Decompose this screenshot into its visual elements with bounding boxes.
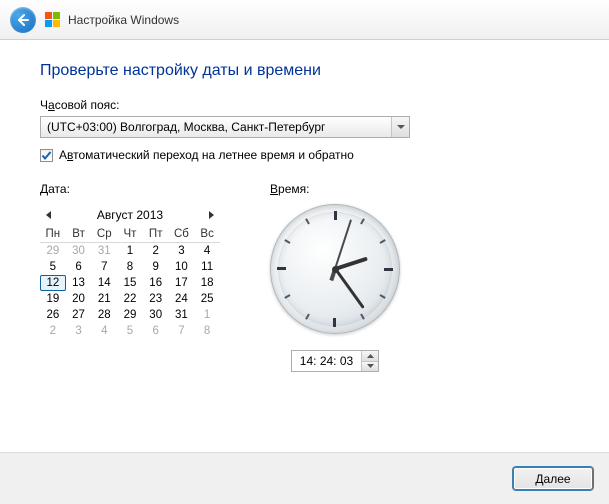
- footer-bar: Далее: [0, 452, 609, 504]
- calendar-day[interactable]: 7: [91, 259, 117, 275]
- calendar-day[interactable]: 19: [40, 291, 66, 307]
- page-heading: Проверьте настройку даты и времени: [40, 62, 569, 80]
- calendar-day-other[interactable]: 31: [91, 243, 117, 259]
- calendar-day[interactable]: 20: [66, 291, 92, 307]
- calendar-day[interactable]: 2: [143, 243, 169, 259]
- calendar-dow: Вс: [194, 226, 220, 243]
- analog-clock: [270, 204, 400, 334]
- date-column: Дата: Август 2013 ПнВтСрЧтПтСбВс29303112…: [40, 182, 220, 372]
- calendar-day[interactable]: 16: [143, 275, 169, 291]
- timezone-dropdown-button[interactable]: [391, 117, 409, 137]
- calendar-dow: Ср: [91, 226, 117, 243]
- header-title: Настройка Windows: [68, 13, 179, 27]
- dst-checkbox[interactable]: [40, 149, 53, 162]
- calendar-day-other[interactable]: 4: [91, 323, 117, 339]
- time-text[interactable]: 14: 24: 03: [292, 351, 361, 371]
- calendar-day[interactable]: 10: [169, 259, 195, 275]
- calendar-day[interactable]: 11: [194, 259, 220, 275]
- chevron-down-icon: [397, 125, 405, 130]
- calendar-dow: Чт: [117, 226, 143, 243]
- calendar-day[interactable]: 17: [169, 275, 195, 291]
- time-spin-up[interactable]: [362, 351, 378, 362]
- calendar-day[interactable]: 6: [66, 259, 92, 275]
- calendar-day[interactable]: 18: [194, 275, 220, 291]
- calendar-dow: Пн: [40, 226, 66, 243]
- time-column: Время: 14: 24: 03: [270, 182, 400, 372]
- calendar-day[interactable]: 3: [169, 243, 195, 259]
- date-label: Дата:: [40, 182, 220, 196]
- time-spinner[interactable]: 14: 24: 03: [291, 350, 379, 372]
- calendar-prev-button[interactable]: [44, 210, 54, 220]
- calendar-day[interactable]: 27: [66, 307, 92, 323]
- calendar-dow: Пт: [143, 226, 169, 243]
- calendar-day[interactable]: 23: [143, 291, 169, 307]
- timezone-combobox[interactable]: (UTC+03:00) Волгоград, Москва, Санкт-Пет…: [40, 116, 410, 138]
- calendar-day[interactable]: 30: [143, 307, 169, 323]
- back-button[interactable]: [10, 7, 36, 33]
- triangle-left-icon: [46, 211, 52, 219]
- calendar-grid: ПнВтСрЧтПтСбВс29303112345678910111213141…: [40, 226, 220, 339]
- calendar-day[interactable]: 26: [40, 307, 66, 323]
- dst-label: Автоматический переход на летнее время и…: [59, 148, 354, 162]
- calendar-day[interactable]: 4: [194, 243, 220, 259]
- triangle-down-icon: [367, 364, 374, 368]
- triangle-right-icon: [208, 211, 214, 219]
- calendar-day[interactable]: 8: [117, 259, 143, 275]
- calendar-dow: Вт: [66, 226, 92, 243]
- calendar-day-other[interactable]: 5: [117, 323, 143, 339]
- calendar-day[interactable]: 21: [91, 291, 117, 307]
- calendar-day[interactable]: 25: [194, 291, 220, 307]
- time-spin-down[interactable]: [362, 362, 378, 372]
- calendar-day[interactable]: 31: [169, 307, 195, 323]
- calendar-day[interactable]: 13: [66, 275, 92, 291]
- next-button[interactable]: Далее: [513, 467, 593, 490]
- calendar-day[interactable]: 28: [91, 307, 117, 323]
- content-area: Проверьте настройку даты и времени Часов…: [0, 40, 609, 452]
- calendar-dow: Сб: [169, 226, 195, 243]
- check-icon: [41, 150, 52, 161]
- triangle-up-icon: [367, 354, 374, 358]
- calendar-day[interactable]: 12: [40, 275, 66, 291]
- dst-row: Автоматический переход на летнее время и…: [40, 148, 569, 162]
- calendar-day-other[interactable]: 6: [143, 323, 169, 339]
- calendar-day-other[interactable]: 30: [66, 243, 92, 259]
- calendar-day[interactable]: 15: [117, 275, 143, 291]
- calendar-day-other[interactable]: 3: [66, 323, 92, 339]
- time-label: Время:: [270, 182, 400, 196]
- calendar-day-other[interactable]: 8: [194, 323, 220, 339]
- arrow-left-icon: [16, 13, 30, 27]
- windows-logo-icon: [44, 12, 60, 28]
- calendar-day-other[interactable]: 1: [194, 307, 220, 323]
- calendar[interactable]: Август 2013 ПнВтСрЧтПтСбВс29303112345678…: [40, 204, 220, 339]
- calendar-day[interactable]: 29: [117, 307, 143, 323]
- calendar-day[interactable]: 24: [169, 291, 195, 307]
- calendar-day-other[interactable]: 7: [169, 323, 195, 339]
- calendar-day[interactable]: 5: [40, 259, 66, 275]
- calendar-title[interactable]: Август 2013: [97, 208, 163, 222]
- calendar-day[interactable]: 22: [117, 291, 143, 307]
- header-bar: Настройка Windows: [0, 0, 609, 40]
- timezone-label: Часовой пояс:: [40, 98, 569, 112]
- calendar-day-other[interactable]: 29: [40, 243, 66, 259]
- calendar-day[interactable]: 14: [91, 275, 117, 291]
- calendar-day-other[interactable]: 2: [40, 323, 66, 339]
- calendar-day[interactable]: 1: [117, 243, 143, 259]
- calendar-next-button[interactable]: [206, 210, 216, 220]
- calendar-day[interactable]: 9: [143, 259, 169, 275]
- timezone-value: (UTC+03:00) Волгоград, Москва, Санкт-Пет…: [41, 120, 391, 134]
